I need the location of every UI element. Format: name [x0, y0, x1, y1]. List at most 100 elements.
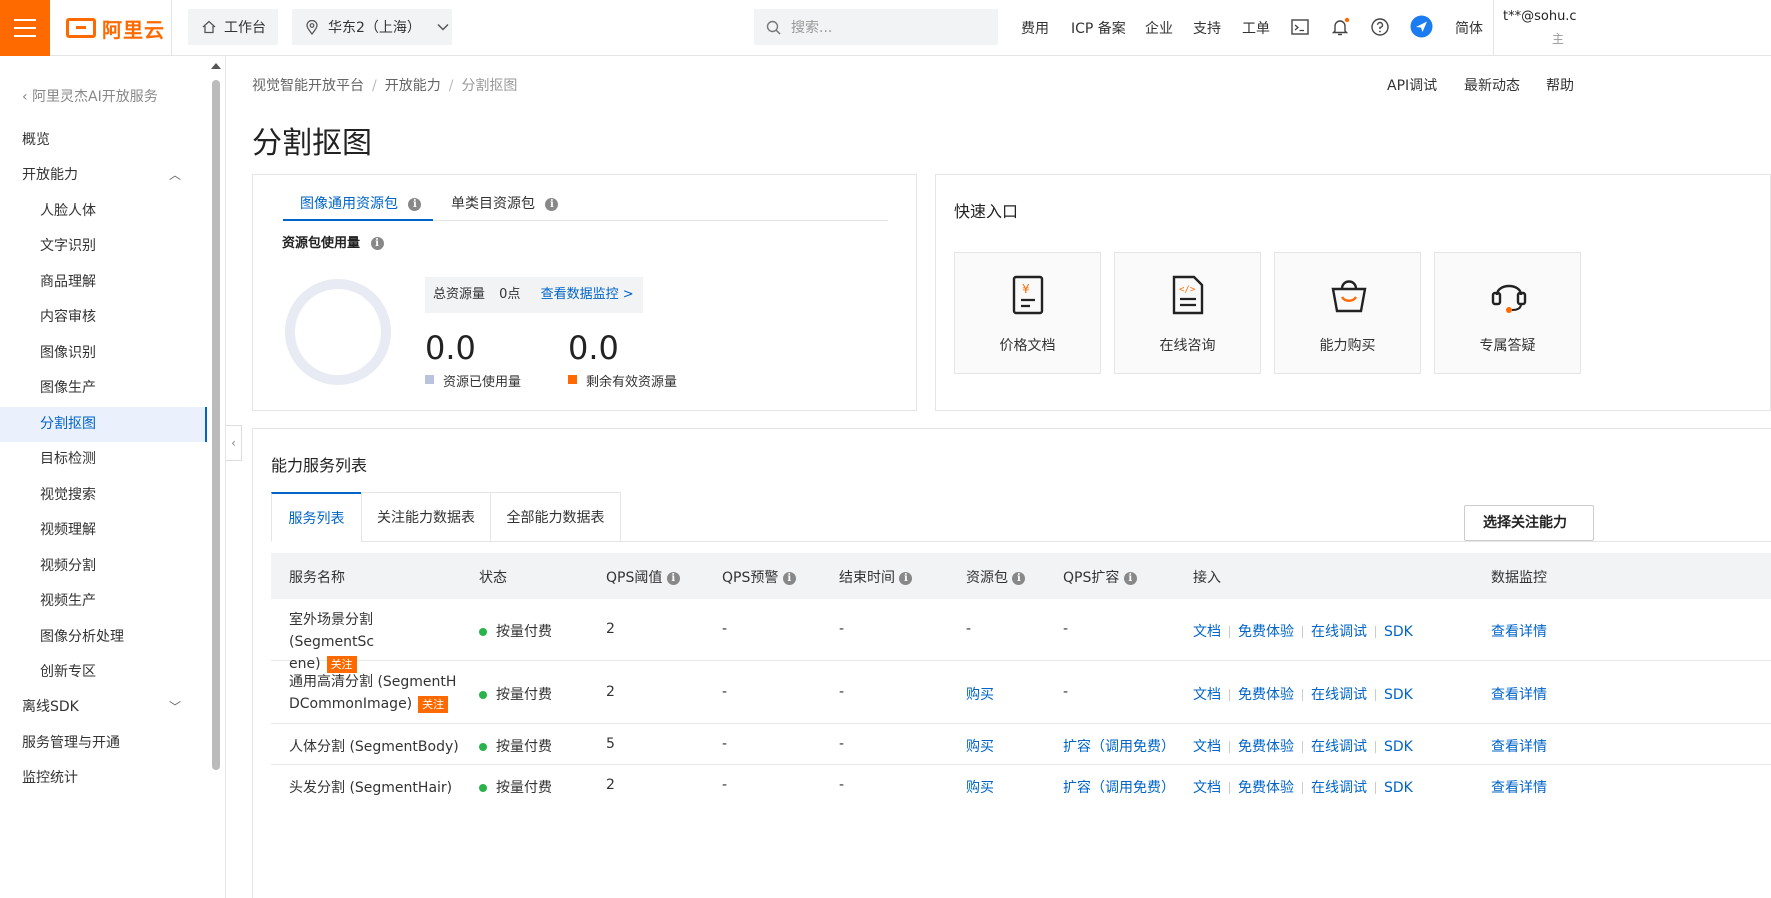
free-trial-link[interactable]: 免费体验: [1238, 739, 1294, 755]
info-icon[interactable]: i: [1123, 571, 1137, 585]
breadcrumb-item-capabilities[interactable]: 开放能力: [385, 78, 441, 94]
headset-icon: [1491, 284, 1527, 313]
sidebar-item-video-segmentation[interactable]: 视频分割: [0, 549, 207, 584]
help-icon[interactable]: [1370, 17, 1390, 37]
doc-link[interactable]: 文档: [1193, 624, 1221, 640]
sidebar-item-segmentation[interactable]: 分割抠图: [0, 407, 207, 442]
doc-link[interactable]: 文档: [1193, 780, 1221, 796]
info-icon[interactable]: i: [1012, 571, 1026, 585]
aliyun-logo[interactable]: 阿里云: [66, 14, 165, 42]
sidebar-item-offline-sdk[interactable]: 离线SDK ﹀: [0, 690, 207, 725]
nav-icp[interactable]: ICP 备案: [1071, 18, 1126, 38]
info-icon[interactable]: i: [666, 571, 680, 585]
tab-single-category-package[interactable]: 单类目资源包 i: [451, 193, 559, 221]
status-dot-icon: [479, 691, 487, 699]
status: 按量付费: [479, 621, 552, 641]
info-icon[interactable]: i: [782, 571, 796, 585]
sdk-link[interactable]: SDK: [1384, 687, 1413, 703]
info-icon[interactable]: i: [545, 197, 559, 211]
expand-link[interactable]: 扩容（调用免费）: [1063, 736, 1175, 756]
hamburger-menu-icon[interactable]: [0, 0, 50, 56]
online-debug-link[interactable]: 在线调试: [1311, 739, 1367, 755]
view-details-link[interactable]: 查看详情: [1491, 621, 1547, 641]
chevron-down-icon: [437, 23, 449, 31]
sidebar-item-open-capabilities[interactable]: 开放能力 ︿: [0, 158, 207, 193]
terminal-icon[interactable]: [1290, 17, 1310, 37]
view-details-link[interactable]: 查看详情: [1491, 736, 1547, 756]
sidebar-item-product[interactable]: 商品理解: [0, 265, 207, 300]
quick-tile-purchase[interactable]: 能力购买: [1274, 252, 1421, 374]
free-trial-link[interactable]: 免费体验: [1238, 687, 1294, 703]
free-trial-link[interactable]: 免费体验: [1238, 624, 1294, 640]
doc-link[interactable]: 文档: [1193, 687, 1221, 703]
nav-enterprise[interactable]: 企业: [1145, 18, 1173, 38]
remain-value: 0.0: [568, 329, 619, 367]
online-debug-link[interactable]: 在线调试: [1311, 687, 1367, 703]
tab-followed-data[interactable]: 关注能力数据表: [361, 492, 491, 542]
workbench-button[interactable]: 工作台: [188, 9, 278, 45]
info-icon[interactable]: i: [370, 237, 384, 250]
sidebar-item-image-analysis[interactable]: 图像分析处理: [0, 620, 207, 655]
follow-tag[interactable]: 关注: [418, 696, 449, 713]
sidebar-item-ocr[interactable]: 文字识别: [0, 229, 207, 264]
tab-all-data[interactable]: 全部能力数据表: [490, 492, 621, 542]
doc-link[interactable]: 文档: [1193, 739, 1221, 755]
buy-link[interactable]: 购买: [966, 736, 994, 756]
buy-link[interactable]: 购买: [966, 684, 994, 704]
service-list-title: 能力服务列表: [271, 456, 368, 475]
view-details-link[interactable]: 查看详情: [1491, 777, 1547, 797]
view-monitor-link[interactable]: 查看数据监控 >: [541, 287, 634, 302]
help-link[interactable]: 帮助: [1546, 75, 1574, 95]
sdk-link[interactable]: SDK: [1384, 624, 1413, 640]
quick-tile-online-consult[interactable]: </> 在线咨询: [1114, 252, 1261, 374]
price-doc-icon: ¥: [1012, 275, 1044, 315]
info-icon[interactable]: i: [899, 571, 913, 585]
sidebar-item-service-management[interactable]: 服务管理与开通: [0, 726, 207, 761]
sidebar-item-overview[interactable]: 概览: [0, 123, 207, 158]
quick-tile-price-doc[interactable]: ¥ 价格文档: [954, 252, 1101, 374]
view-details-link[interactable]: 查看详情: [1491, 684, 1547, 704]
service-name: 人体分割 (SegmentBody): [289, 739, 459, 755]
access-links: 文档 免费体验 在线调试 SDK: [1193, 736, 1413, 756]
notification-bell-icon[interactable]: [1330, 17, 1350, 37]
sidebar-item-image-production[interactable]: 图像生产: [0, 371, 207, 406]
sdk-link[interactable]: SDK: [1384, 739, 1413, 755]
latest-news-link[interactable]: 最新动态: [1464, 75, 1520, 95]
sidebar-item-visual-search[interactable]: 视觉搜索: [0, 478, 207, 513]
quick-tile-exclusive-support[interactable]: 专属答疑: [1434, 252, 1581, 374]
sidebar-back-link[interactable]: ‹ 阿里灵杰AI开放服务: [22, 86, 158, 106]
tab-general-package[interactable]: 图像通用资源包 i: [283, 193, 433, 221]
select-followed-button[interactable]: 选择关注能力: [1464, 505, 1594, 541]
buy-link[interactable]: 购买: [966, 777, 994, 797]
free-trial-link[interactable]: 免费体验: [1238, 780, 1294, 796]
shopping-bag-icon: [1331, 280, 1367, 313]
sidebar-scrollbar[interactable]: [212, 80, 220, 770]
tab-service-list[interactable]: 服务列表: [271, 492, 362, 542]
sidebar-item-video-understanding[interactable]: 视频理解: [0, 513, 207, 548]
user-account[interactable]: t**@sohu.c: [1503, 9, 1577, 24]
nav-fees[interactable]: 费用: [1021, 18, 1049, 38]
sidebar-item-video-production[interactable]: 视频生产: [0, 584, 207, 619]
sidebar-collapse-button[interactable]: ‹: [226, 425, 242, 461]
sidebar-item-monitoring[interactable]: 监控统计: [0, 761, 207, 796]
used-value: 0.0: [425, 329, 476, 367]
region-selector[interactable]: 华东2（上海）: [292, 9, 452, 45]
assistant-icon[interactable]: [1410, 15, 1433, 38]
sdk-link[interactable]: SDK: [1384, 780, 1413, 796]
online-debug-link[interactable]: 在线调试: [1311, 624, 1367, 640]
search-input[interactable]: 搜索...: [754, 9, 998, 45]
api-debug-link[interactable]: API调试: [1387, 75, 1437, 95]
online-debug-link[interactable]: 在线调试: [1311, 780, 1367, 796]
sidebar-item-innovation[interactable]: 创新专区: [0, 655, 207, 690]
sidebar-item-image-recognition[interactable]: 图像识别: [0, 336, 207, 371]
nav-ticket[interactable]: 工单: [1242, 18, 1270, 38]
scroll-up-arrow-icon[interactable]: [211, 63, 221, 69]
nav-support[interactable]: 支持: [1193, 18, 1221, 38]
breadcrumb-item-platform[interactable]: 视觉智能开放平台: [252, 78, 364, 94]
sidebar-item-moderation[interactable]: 内容审核: [0, 300, 207, 335]
expand-link[interactable]: 扩容（调用免费）: [1063, 777, 1175, 797]
language-switch[interactable]: 简体: [1455, 18, 1483, 38]
sidebar-item-detection[interactable]: 目标检测: [0, 442, 207, 477]
sidebar-item-face-body[interactable]: 人脸人体: [0, 194, 207, 229]
info-icon[interactable]: i: [408, 197, 422, 211]
